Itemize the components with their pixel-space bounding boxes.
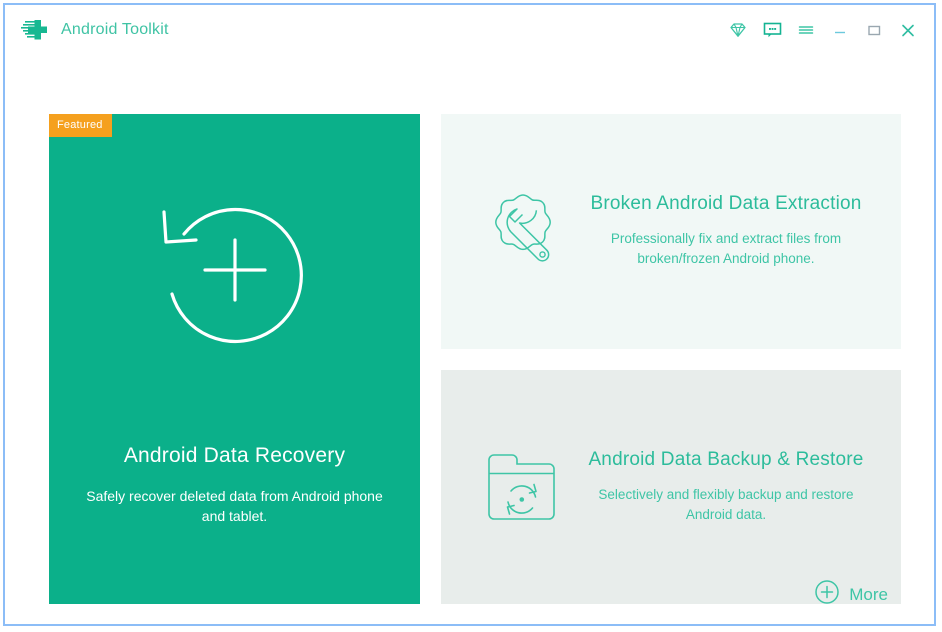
backup-restore-texts: Android Data Backup & Restore Selectivel… xyxy=(579,449,901,525)
card-broken-android-data-extraction[interactable]: Broken Android Data Extraction Professio… xyxy=(441,114,901,349)
featured-badge: Featured xyxy=(49,114,112,137)
featured-card-description: Safely recover deleted data from Android… xyxy=(86,488,383,524)
gear-wrench-icon xyxy=(477,185,569,277)
broken-extraction-title: Broken Android Data Extraction xyxy=(590,193,862,215)
card-android-data-recovery[interactable]: Featured Android Data Recovery Safely re… xyxy=(49,114,420,604)
backup-restore-description: Selectively and flexibly backup and rest… xyxy=(598,486,854,522)
backup-restore-title: Android Data Backup & Restore xyxy=(588,448,864,470)
more-label: More xyxy=(849,584,888,604)
close-icon[interactable] xyxy=(892,15,924,45)
card-android-data-backup-restore[interactable]: Android Data Backup & Restore Selectivel… xyxy=(441,369,901,604)
app-window: Android Toolkit Featured Android Data Re… xyxy=(3,3,936,626)
more-button[interactable]: More xyxy=(814,579,888,610)
featured-card-texts: Android Data Recovery Safely recover del… xyxy=(49,444,420,604)
circular-recovery-plus-icon xyxy=(49,114,420,444)
broken-extraction-texts: Broken Android Data Extraction Professio… xyxy=(579,193,901,269)
featured-card-title: Android Data Recovery xyxy=(123,444,346,467)
diamond-icon[interactable] xyxy=(722,15,754,45)
plus-circle-icon xyxy=(814,579,840,610)
broken-extraction-description: Professionally fix and extract files fro… xyxy=(610,231,842,267)
secondary-column: Broken Android Data Extraction Professio… xyxy=(441,114,901,604)
maximize-icon[interactable] xyxy=(858,15,890,45)
hamburger-menu-icon[interactable] xyxy=(790,15,822,45)
main-content: Featured Android Data Recovery Safely re… xyxy=(5,55,934,624)
featured-column: Featured Android Data Recovery Safely re… xyxy=(49,114,420,604)
folder-sync-icon xyxy=(477,441,569,533)
app-title: Android Toolkit xyxy=(61,21,169,38)
title-bar: Android Toolkit xyxy=(5,5,934,55)
minimize-icon[interactable] xyxy=(824,15,856,45)
feature-grid: Featured Android Data Recovery Safely re… xyxy=(49,114,901,604)
chat-bubble-icon[interactable] xyxy=(756,15,788,45)
android-cross-logo-icon xyxy=(19,15,49,45)
